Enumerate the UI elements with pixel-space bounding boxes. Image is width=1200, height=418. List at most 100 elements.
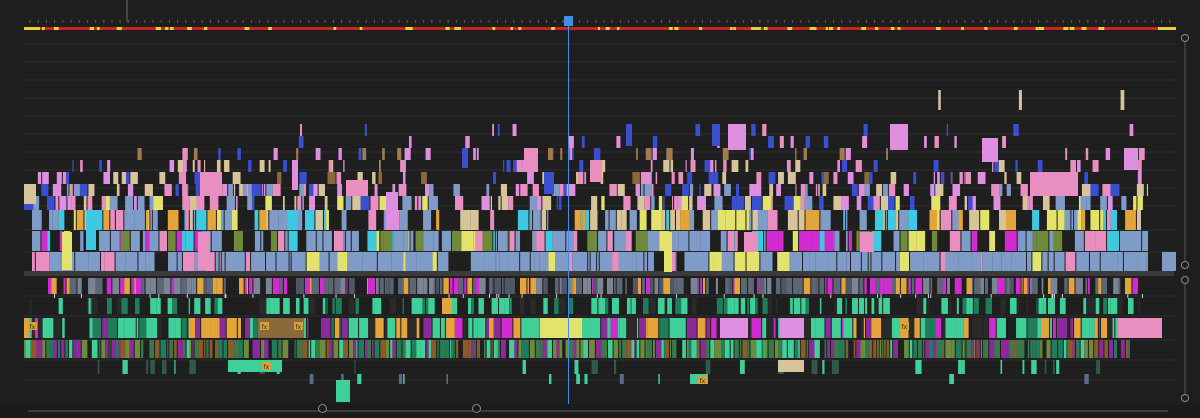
v5-clip[interactable] <box>500 184 507 196</box>
a0-clip[interactable] <box>311 278 314 294</box>
a3-clip[interactable] <box>450 340 452 358</box>
v4-clip[interactable] <box>1078 196 1081 210</box>
v3-clip[interactable] <box>752 210 758 230</box>
v6-clip[interactable] <box>277 172 282 184</box>
video-clip-block[interactable] <box>86 210 96 250</box>
a1-clip[interactable] <box>723 298 728 314</box>
v4-clip[interactable] <box>247 196 253 210</box>
a1-clip[interactable] <box>966 298 970 314</box>
v8-clip[interactable] <box>636 148 638 160</box>
a1-clip[interactable] <box>805 298 809 314</box>
v1-clip[interactable] <box>329 252 338 271</box>
a1-clip[interactable] <box>1110 298 1118 314</box>
v1-clip[interactable] <box>618 252 633 271</box>
a1-clip[interactable] <box>510 298 512 314</box>
v3-clip[interactable] <box>980 210 990 230</box>
a3-clip[interactable] <box>348 340 354 358</box>
v1-clip[interactable] <box>574 252 588 271</box>
v5-clip[interactable] <box>299 184 304 196</box>
a2-clip[interactable] <box>1027 318 1038 338</box>
a0-clip[interactable] <box>130 278 133 294</box>
a2-clip[interactable] <box>810 318 816 338</box>
v2-clip[interactable] <box>120 231 130 251</box>
v2-clip[interactable] <box>441 231 452 251</box>
v8-clip[interactable] <box>425 148 431 160</box>
a4-clip[interactable] <box>822 360 825 374</box>
a2-clip[interactable] <box>891 318 901 338</box>
a0-clip[interactable] <box>279 278 283 294</box>
a3-clip[interactable] <box>57 340 61 358</box>
v7-clip[interactable] <box>204 160 206 172</box>
v9-clip[interactable] <box>934 136 939 148</box>
a4-clip[interactable] <box>1044 360 1047 374</box>
a0-clip[interactable] <box>650 278 654 294</box>
a0-clip[interactable] <box>467 278 473 294</box>
v1-clip[interactable] <box>182 252 195 271</box>
v3-clip[interactable] <box>470 210 479 230</box>
a2-clip[interactable] <box>375 318 384 338</box>
a0-clip[interactable] <box>423 278 428 294</box>
a0-clip[interactable] <box>663 278 671 294</box>
v6-clip[interactable] <box>687 172 693 184</box>
v2-clip[interactable] <box>110 231 120 251</box>
v6-clip[interactable] <box>650 172 652 184</box>
a2-clip[interactable] <box>368 318 376 338</box>
a2-clip[interactable] <box>751 318 762 338</box>
v2-clip[interactable] <box>845 231 848 251</box>
v4-clip[interactable] <box>189 196 197 210</box>
v1-clip[interactable] <box>75 252 89 271</box>
a1-clip[interactable] <box>58 298 63 314</box>
v1-clip[interactable] <box>225 252 234 271</box>
a3-clip[interactable] <box>109 340 111 358</box>
v4-clip[interactable] <box>536 196 542 210</box>
v7-clip[interactable] <box>328 160 332 172</box>
a3-clip[interactable] <box>540 340 543 358</box>
a2-clip[interactable] <box>501 318 513 338</box>
v6-clip[interactable] <box>126 172 130 184</box>
a1-clip[interactable] <box>274 298 280 314</box>
a0-clip[interactable] <box>816 278 819 294</box>
v5-clip[interactable] <box>144 184 153 196</box>
v5-clip[interactable] <box>704 184 712 196</box>
v5-clip[interactable] <box>934 184 936 196</box>
a3-clip[interactable] <box>764 340 768 358</box>
a2-clip[interactable] <box>815 318 825 338</box>
v3-clip[interactable] <box>76 210 84 230</box>
a1-clip[interactable] <box>150 298 157 314</box>
a0-clip[interactable] <box>157 278 164 294</box>
a0-clip[interactable] <box>697 278 700 294</box>
a3-clip[interactable] <box>371 340 374 358</box>
v1-clip[interactable] <box>1054 252 1065 271</box>
v2-clip[interactable] <box>931 231 938 251</box>
v6-clip[interactable] <box>671 172 675 184</box>
v2-clip[interactable] <box>989 231 996 251</box>
a0-clip[interactable] <box>95 278 103 294</box>
a1-clip[interactable] <box>355 298 359 314</box>
a3-clip[interactable] <box>198 340 203 358</box>
a0-clip[interactable] <box>748 278 754 294</box>
v1-clip[interactable] <box>861 252 868 271</box>
v5-clip[interactable] <box>73 184 80 196</box>
v5-clip[interactable] <box>248 184 251 196</box>
a3-clip[interactable] <box>879 340 882 358</box>
v3-clip[interactable] <box>304 210 315 230</box>
fx-badge-icon[interactable]: fx <box>294 322 303 331</box>
v4-clip[interactable] <box>501 196 509 210</box>
v5-clip[interactable] <box>88 184 95 196</box>
v3-clip[interactable] <box>798 210 805 230</box>
v3-clip[interactable] <box>883 210 885 230</box>
v2-clip[interactable] <box>614 231 626 251</box>
a3-clip[interactable] <box>155 340 160 358</box>
a4-clip[interactable] <box>591 360 598 374</box>
v8-clip[interactable] <box>404 148 411 160</box>
v4-clip[interactable] <box>841 196 849 210</box>
v1-clip[interactable] <box>1138 252 1147 271</box>
a2-clip[interactable] <box>195 318 201 338</box>
v8-clip[interactable] <box>397 148 402 160</box>
a3-clip[interactable] <box>420 340 426 358</box>
v1-clip[interactable] <box>1100 252 1114 271</box>
a0-clip[interactable] <box>572 278 574 294</box>
v9-clip[interactable] <box>465 136 470 148</box>
a1-clip[interactable] <box>591 298 598 314</box>
a3-clip[interactable] <box>186 340 190 358</box>
